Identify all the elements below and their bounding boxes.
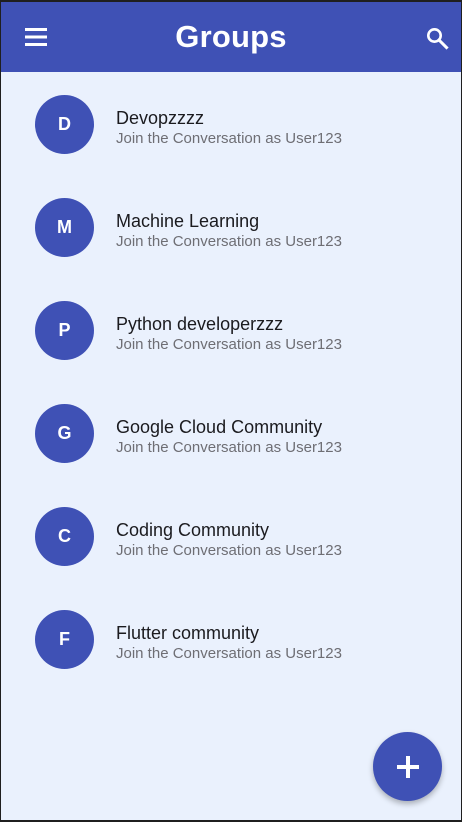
group-item-python-developerzzz[interactable]: P Python developerzzz Join the Conversat… <box>1 278 461 381</box>
group-text: Google Cloud Community Join the Conversa… <box>116 416 342 457</box>
group-name: Machine Learning <box>116 211 260 231</box>
menu-button[interactable] <box>24 26 48 48</box>
app-bar: Groups <box>1 2 461 72</box>
group-name: Devopzzzz <box>116 108 205 128</box>
avatar: F <box>35 610 94 669</box>
page-title: Groups <box>175 19 287 54</box>
menu-icon <box>25 28 47 46</box>
group-name: Google Cloud Community <box>116 417 323 437</box>
group-subtitle: Join the Conversation as User123 <box>116 542 342 559</box>
group-text: Machine Learning Join the Conversation a… <box>116 210 342 251</box>
search-button[interactable] <box>425 26 449 50</box>
group-item-flutter-community[interactable]: F Flutter community Join the Conversatio… <box>1 587 461 690</box>
group-item-machine-learning[interactable]: M Machine Learning Join the Conversation… <box>1 175 461 278</box>
avatar: P <box>35 301 94 360</box>
avatar: C <box>35 507 94 566</box>
add-group-button[interactable] <box>373 732 442 801</box>
app-screen: Groups D Devopzzzz Join the Conversation… <box>1 2 461 820</box>
search-icon <box>427 28 449 50</box>
avatar: D <box>35 95 94 154</box>
avatar: M <box>35 198 94 257</box>
group-item-devopzzzz[interactable]: D Devopzzzz Join the Conversation as Use… <box>1 72 461 175</box>
group-item-coding-community[interactable]: C Coding Community Join the Conversation… <box>1 484 461 587</box>
group-list: D Devopzzzz Join the Conversation as Use… <box>1 72 461 690</box>
group-text: Flutter community Join the Conversation … <box>116 622 342 663</box>
group-name: Coding Community <box>116 520 270 540</box>
avatar: G <box>35 404 94 463</box>
group-subtitle: Join the Conversation as User123 <box>116 130 342 147</box>
group-subtitle: Join the Conversation as User123 <box>116 645 342 662</box>
group-item-google-cloud-community[interactable]: G Google Cloud Community Join the Conver… <box>1 381 461 484</box>
group-text: Devopzzzz Join the Conversation as User1… <box>116 107 342 148</box>
group-subtitle: Join the Conversation as User123 <box>116 439 342 456</box>
group-text: Python developerzzz Join the Conversatio… <box>116 313 342 354</box>
group-subtitle: Join the Conversation as User123 <box>116 336 342 353</box>
add-icon <box>396 755 419 778</box>
group-name: Flutter community <box>116 623 260 643</box>
group-name: Python developerzzz <box>116 314 284 334</box>
group-text: Coding Community Join the Conversation a… <box>116 519 342 560</box>
group-subtitle: Join the Conversation as User123 <box>116 233 342 250</box>
